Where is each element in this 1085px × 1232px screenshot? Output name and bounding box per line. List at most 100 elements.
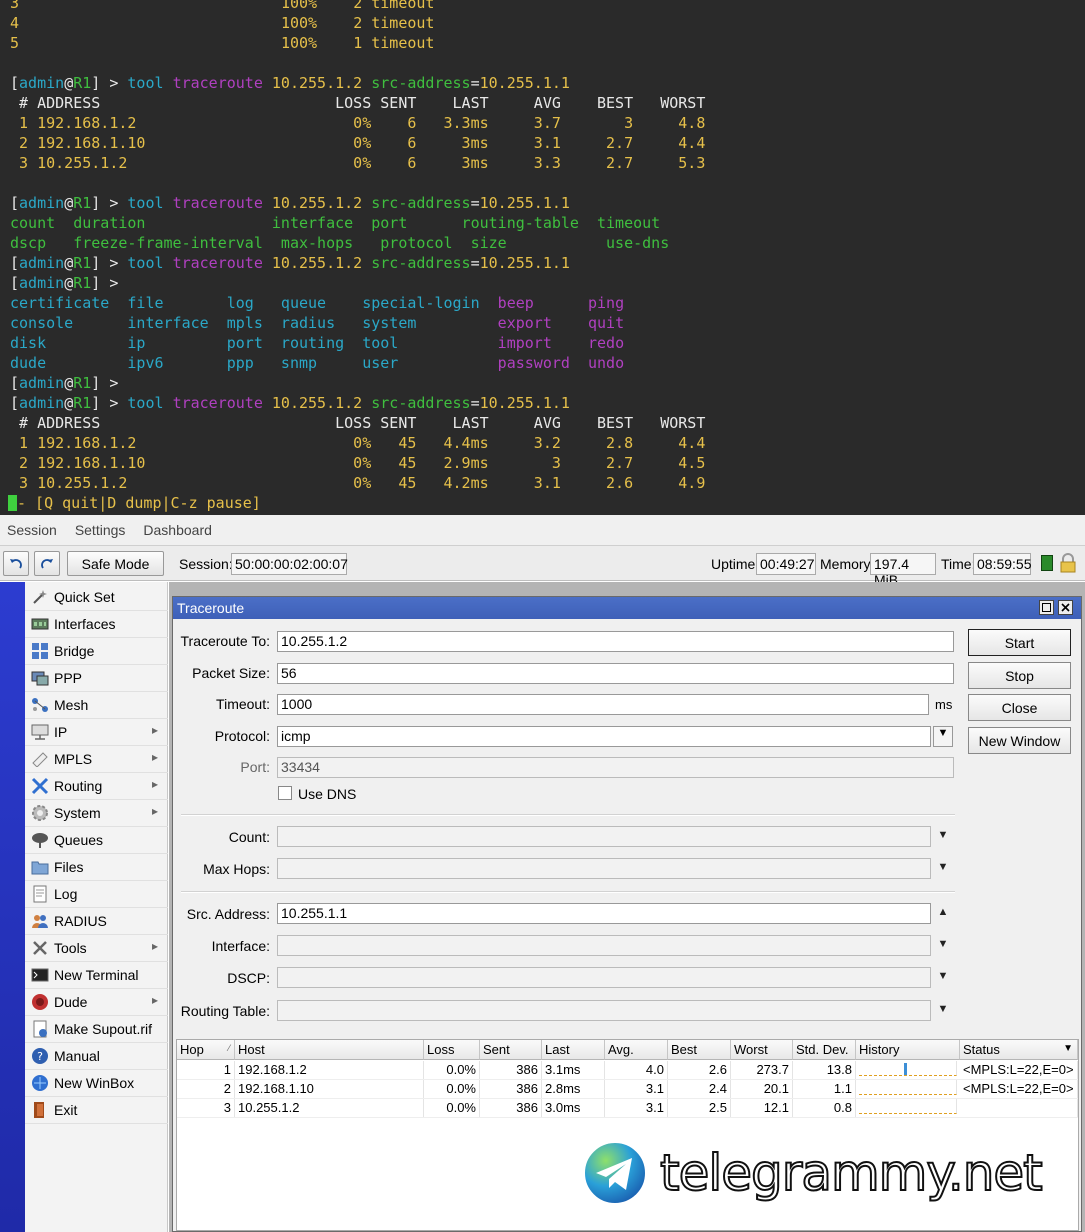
sidebar-item-label: RADIUS bbox=[54, 913, 107, 929]
start-button[interactable]: Start bbox=[968, 629, 1071, 656]
safe-mode-button[interactable]: Safe Mode bbox=[67, 551, 164, 576]
redo-button[interactable] bbox=[34, 551, 60, 576]
column-header-loss[interactable]: Loss bbox=[424, 1040, 480, 1060]
menu-dashboard[interactable]: Dashboard bbox=[143, 522, 212, 538]
terminal-completion: dude ipv6 ppp snmp user password undo bbox=[10, 354, 625, 372]
sidebar-item-mpls[interactable]: MPLS ▸ bbox=[25, 746, 168, 773]
interface-field[interactable] bbox=[277, 935, 931, 956]
submenu-arrow-icon: ▸ bbox=[151, 804, 158, 818]
sidebar-item-label: Routing bbox=[54, 778, 103, 794]
port-field: 33434 bbox=[277, 757, 954, 778]
cell-status bbox=[960, 1099, 1078, 1117]
sidebar-item-exit[interactable]: Exit bbox=[25, 1097, 168, 1124]
cell-std-dev: 1.1 bbox=[793, 1080, 856, 1098]
sidebar-item-bridge[interactable]: Bridge bbox=[25, 638, 168, 665]
dropdown-arrow-icon[interactable]: ▼ bbox=[936, 861, 950, 875]
window-titlebar[interactable]: Traceroute bbox=[173, 597, 1081, 619]
sidebar-item-radius[interactable]: RADIUS bbox=[25, 908, 168, 935]
src-address-field[interactable]: 10.255.1.1 bbox=[277, 903, 931, 924]
column-header-host[interactable]: Host bbox=[235, 1040, 424, 1060]
submenu-arrow-icon: ▸ bbox=[151, 723, 158, 737]
toolbar: Safe Mode Session: 50:00:00:02:00:07 Upt… bbox=[0, 545, 1085, 588]
max-hops-field[interactable] bbox=[277, 858, 931, 879]
terminal-prompt: [admin@R1] > tool traceroute 10.255.1.2 … bbox=[10, 194, 570, 212]
dscp-field[interactable] bbox=[277, 967, 931, 988]
sidebar-item-manual[interactable]: ? Manual bbox=[25, 1043, 168, 1070]
routing-table-label: Routing Table: bbox=[180, 1003, 270, 1019]
cell-best: 2.4 bbox=[668, 1080, 731, 1098]
terminal-prompt: [admin@R1] > bbox=[10, 374, 128, 392]
collapse-arrow-icon[interactable]: ▲ bbox=[936, 906, 950, 920]
column-header-hop[interactable]: Hop ⁄ bbox=[177, 1040, 235, 1060]
sidebar-item-routing[interactable]: Routing ▸ bbox=[25, 773, 168, 800]
timeout-unit: ms bbox=[935, 697, 953, 712]
timeout-field[interactable]: 1000 bbox=[277, 694, 929, 715]
lock-icon bbox=[1060, 553, 1076, 573]
dropdown-arrow-icon[interactable]: ▼ bbox=[936, 1003, 950, 1017]
column-header-std-dev[interactable]: Std. Dev. bbox=[793, 1040, 856, 1060]
sidebar-item-files[interactable]: Files bbox=[25, 854, 168, 881]
separator bbox=[181, 814, 955, 816]
close-window-button[interactable] bbox=[1058, 600, 1073, 615]
log-icon bbox=[30, 885, 50, 903]
table-row[interactable]: 2 192.168.1.10 0.0% 386 2.8ms 3.1 2.4 20… bbox=[177, 1080, 1078, 1099]
sidebar-item-queues[interactable]: Queues bbox=[25, 827, 168, 854]
menu-session[interactable]: Session bbox=[7, 522, 57, 538]
terminal-prompt: [admin@R1] > tool traceroute 10.255.1.2 … bbox=[10, 254, 570, 272]
traceroute-to-field[interactable]: 10.255.1.2 bbox=[277, 631, 954, 652]
menu-settings[interactable]: Settings bbox=[75, 522, 126, 538]
close-button[interactable]: Close bbox=[968, 694, 1071, 721]
count-field[interactable] bbox=[277, 826, 931, 847]
dropdown-arrow-icon[interactable]: ▼ bbox=[936, 829, 950, 843]
protocol-dropdown-button[interactable]: ▼ bbox=[933, 726, 953, 747]
sidebar-item-system[interactable]: System ▸ bbox=[25, 800, 168, 827]
cpu-indicator bbox=[1041, 555, 1053, 571]
column-header-history[interactable]: History bbox=[856, 1040, 960, 1060]
stop-button[interactable]: Stop bbox=[968, 662, 1071, 689]
dropdown-arrow-icon[interactable]: ▼ bbox=[936, 938, 950, 952]
column-header-best[interactable]: Best bbox=[668, 1040, 731, 1060]
sidebar-item-new-terminal[interactable]: New Terminal bbox=[25, 962, 168, 989]
packet-size-field[interactable]: 56 bbox=[277, 663, 954, 684]
cell-std-dev: 13.8 bbox=[793, 1061, 856, 1079]
cell-host: 192.168.1.10 bbox=[235, 1080, 424, 1098]
column-header-status[interactable]: Status ▼ bbox=[960, 1040, 1078, 1060]
terminal-completion: disk ip port routing tool import redo bbox=[10, 334, 625, 352]
max-hops-label: Max Hops: bbox=[203, 861, 270, 877]
sidebar-item-mesh[interactable]: Mesh bbox=[25, 692, 168, 719]
sidebar-item-tools[interactable]: Tools ▸ bbox=[25, 935, 168, 962]
column-menu-icon[interactable]: ▼ bbox=[1063, 1043, 1073, 1054]
sidebar-item-ppp[interactable]: PPP bbox=[25, 665, 168, 692]
sidebar-item-ip[interactable]: IP ▸ bbox=[25, 719, 168, 746]
sidebar-item-quick-set[interactable]: Quick Set bbox=[25, 584, 168, 611]
column-header-worst[interactable]: Worst bbox=[731, 1040, 793, 1060]
bridge-icon bbox=[30, 642, 50, 660]
sidebar-item-interfaces[interactable]: Interfaces bbox=[25, 611, 168, 638]
column-header-avg[interactable]: Avg. bbox=[605, 1040, 668, 1060]
column-header-sent[interactable]: Sent bbox=[480, 1040, 542, 1060]
sidebar-item-new-winbox[interactable]: New WinBox bbox=[25, 1070, 168, 1097]
cell-sent: 386 bbox=[480, 1099, 542, 1117]
table-row[interactable]: 3 10.255.1.2 0.0% 386 3.0ms 3.1 2.5 12.1… bbox=[177, 1099, 1078, 1118]
watermark-text: telegrammy.net bbox=[659, 1143, 1044, 1203]
cell-history bbox=[859, 1099, 957, 1114]
routing-table-field[interactable] bbox=[277, 1000, 931, 1021]
table-row[interactable]: 1 192.168.1.2 0.0% 386 3.1ms 4.0 2.6 273… bbox=[177, 1061, 1078, 1080]
protocol-select[interactable]: icmp bbox=[277, 726, 931, 747]
maximize-button[interactable] bbox=[1039, 600, 1054, 615]
sidebar-item-log[interactable]: Log bbox=[25, 881, 168, 908]
dropdown-arrow-icon[interactable]: ▼ bbox=[936, 970, 950, 984]
routing-icon bbox=[30, 777, 50, 795]
cell-hop: 1 bbox=[177, 1061, 235, 1079]
sidebar-item-dude[interactable]: Dude ▸ bbox=[25, 989, 168, 1016]
use-dns-checkbox[interactable] bbox=[278, 786, 292, 800]
cell-sent: 386 bbox=[480, 1080, 542, 1098]
new-window-button[interactable]: New Window bbox=[968, 727, 1071, 754]
sidebar-item-make-supout[interactable]: Make Supout.rif bbox=[25, 1016, 168, 1043]
cell-worst: 20.1 bbox=[731, 1080, 793, 1098]
column-header-last[interactable]: Last bbox=[542, 1040, 605, 1060]
mesh-icon bbox=[30, 696, 50, 714]
undo-button[interactable] bbox=[3, 551, 29, 576]
terminal-line: 1 192.168.1.2 0% 6 3.3ms 3.7 3 4.8 bbox=[10, 114, 706, 132]
dropdown-arrow-icon: ▼ bbox=[937, 727, 949, 739]
